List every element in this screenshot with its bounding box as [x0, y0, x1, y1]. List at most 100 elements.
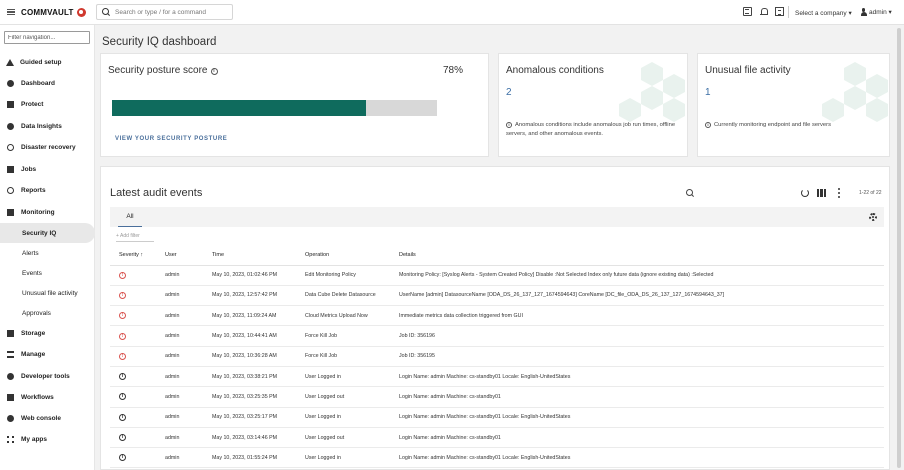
table-row[interactable]: ! admin May 10, 2023, 10:36:28 AM Force … — [110, 346, 884, 367]
view-tabs: All — [110, 207, 884, 227]
table-row[interactable]: ! admin May 10, 2023, 10:44:41 AM Force … — [110, 325, 884, 347]
details-cell: Immediate metrics data collection trigge… — [399, 305, 884, 327]
anomalous-conditions-note: i Anomalous conditions include anomalous … — [506, 121, 682, 138]
sidebar-item-protect[interactable]: Protect — [0, 94, 95, 114]
sidebar-item-developer-tools[interactable]: Developer tools — [0, 366, 95, 386]
sidebar-item-my-apps[interactable]: My apps — [0, 429, 95, 449]
column-header-severity[interactable]: Severity ↑ — [110, 245, 165, 266]
filter-navigation-input[interactable] — [5, 32, 89, 43]
bell-icon[interactable] — [759, 7, 768, 16]
security-posture-bar-fill — [112, 100, 366, 116]
shield-icon — [7, 100, 14, 108]
info-icon: i — [119, 413, 126, 421]
column-header-details[interactable]: Details — [399, 245, 884, 266]
audit-events-panel: Latest audit events 1-22 of 22 All + Add… — [100, 166, 890, 470]
search-icon[interactable] — [686, 189, 695, 198]
anomalous-conditions-count[interactable]: 2 — [506, 87, 512, 98]
unusual-file-activity-count[interactable]: 1 — [705, 87, 711, 98]
table-row[interactable]: i admin May 10, 2023, 03:14:46 PM User L… — [110, 427, 884, 449]
operation-cell: User Logged out — [305, 427, 399, 449]
column-header-time[interactable]: Time — [212, 245, 305, 266]
time-cell: May 10, 2023, 11:09:24 AM — [212, 305, 305, 327]
sidebar-item-unusual-file-activity[interactable]: Unusual file activity — [0, 283, 95, 303]
sidebar-item-web-console[interactable]: Web console — [0, 408, 95, 428]
sidebar-item-label: Events — [22, 269, 42, 277]
sidebar-item-data-insights[interactable]: Data Insights — [0, 116, 95, 136]
sidebar-item-label: Guided setup — [20, 58, 62, 66]
refresh-icon[interactable] — [801, 189, 809, 197]
recovery-icon — [7, 143, 14, 151]
sidebar-item-events[interactable]: Events — [0, 263, 95, 283]
sidebar-item-label: Workflows — [21, 393, 54, 401]
column-header-operation[interactable]: Operation — [305, 245, 399, 266]
user-icon — [860, 8, 867, 16]
unusual-file-activity-card[interactable]: Unusual file activity 1 i Currently monit… — [697, 53, 890, 157]
info-icon: i — [705, 122, 711, 128]
sidebar-item-guided-setup[interactable]: Guided setup — [0, 52, 95, 72]
sidebar-item-dashboard[interactable]: Dashboard — [0, 73, 95, 93]
unusual-file-activity-title: Unusual file activity — [705, 65, 791, 76]
page-title: Security IQ dashboard — [102, 36, 217, 48]
hexagon-decoration — [663, 98, 685, 122]
time-cell: May 10, 2023, 01:02:46 PM — [212, 265, 305, 286]
gear-icon[interactable] — [869, 213, 877, 221]
table-row[interactable]: ! admin May 10, 2023, 12:57:42 PM Data C… — [110, 285, 884, 307]
page-scrollbar[interactable] — [897, 28, 901, 468]
global-search[interactable] — [96, 4, 233, 20]
sidebar-item-manage[interactable]: Manage — [0, 344, 95, 364]
top-bar: COMMVAULT Select a company ▾ admin ▾ — [0, 0, 904, 25]
operation-cell: Cloud Metrics Upload Now — [305, 305, 399, 327]
monitoring-icon — [7, 208, 14, 216]
columns-icon[interactable] — [817, 189, 826, 197]
sidebar-item-security-iq[interactable]: Security IQ — [0, 223, 95, 243]
hexagon-decoration — [663, 74, 685, 98]
filter-navigation[interactable] — [4, 31, 90, 44]
warning-icon: ! — [119, 271, 126, 279]
info-icon: i — [506, 122, 512, 128]
details-cell: Job ID: 356196 — [399, 325, 884, 347]
calendar-icon[interactable] — [743, 7, 752, 16]
hexagon-decoration — [619, 98, 641, 122]
brand-logo[interactable]: COMMVAULT — [21, 7, 86, 17]
user-cell: admin — [165, 265, 212, 286]
sidebar-item-monitoring[interactable]: Monitoring — [0, 202, 95, 222]
time-cell: May 10, 2023, 03:14:46 PM — [212, 427, 305, 449]
sidebar-item-reports[interactable]: Reports — [0, 180, 95, 200]
sidebar-item-workflows[interactable]: Workflows — [0, 387, 95, 407]
view-security-posture-link[interactable]: VIEW YOUR SECURITY POSTURE — [115, 136, 227, 142]
document-icon[interactable] — [775, 7, 784, 16]
user-cell: admin — [165, 447, 212, 469]
company-selector[interactable]: Select a company ▾ — [795, 9, 852, 17]
table-row[interactable]: i admin May 10, 2023, 01:55:24 PM User L… — [110, 447, 884, 469]
details-cell: UserName [admin] DatasourceName [ODA_DS_… — [399, 285, 884, 307]
table-row[interactable]: ! admin May 10, 2023, 01:02:46 PM Edit M… — [110, 265, 884, 286]
sidebar-item-jobs[interactable]: Jobs — [0, 159, 95, 179]
add-filter-button[interactable]: + Add filter — [116, 233, 140, 239]
column-header-user[interactable]: User — [165, 245, 212, 266]
sidebar-item-label: Reports — [21, 186, 46, 194]
apps-icon — [7, 435, 14, 443]
anomalous-conditions-card[interactable]: Anomalous conditions 2 i Anomalous condit… — [498, 53, 688, 157]
table-row[interactable]: i admin May 10, 2023, 03:25:17 PM User L… — [110, 407, 884, 428]
severity-cell: ! — [110, 305, 165, 327]
sidebar-item-storage[interactable]: Storage — [0, 323, 95, 343]
time-cell: May 10, 2023, 03:38:21 PM — [212, 366, 305, 388]
table-row[interactable]: i admin May 10, 2023, 03:25:35 PM User L… — [110, 386, 884, 408]
sidebar-item-disaster-recovery[interactable]: Disaster recovery — [0, 137, 95, 157]
tab-all[interactable]: All — [118, 207, 142, 227]
more-options-icon[interactable] — [838, 188, 841, 198]
details-cell: Login Name: admin Machine: cs-standby01 … — [399, 407, 884, 428]
table-row[interactable]: ! admin May 10, 2023, 11:09:24 AM Cloud … — [110, 305, 884, 327]
info-icon[interactable]: i — [210, 68, 218, 75]
details-cell: Monitoring Policy: [Syslog Alerts - Syst… — [399, 265, 884, 286]
severity-cell: i — [110, 407, 165, 428]
user-menu[interactable]: admin ▾ — [860, 8, 892, 16]
user-cell: admin — [165, 427, 212, 449]
sidebar-item-alerts[interactable]: Alerts — [0, 243, 95, 263]
table-row[interactable]: i admin May 10, 2023, 03:38:21 PM User L… — [110, 366, 884, 388]
brand-name: COMMVAULT — [21, 7, 74, 17]
menu-icon[interactable] — [7, 8, 15, 16]
sidebar-item-approvals[interactable]: Approvals — [0, 303, 95, 323]
search-input[interactable] — [115, 8, 230, 16]
time-cell: May 10, 2023, 12:57:42 PM — [212, 285, 305, 307]
